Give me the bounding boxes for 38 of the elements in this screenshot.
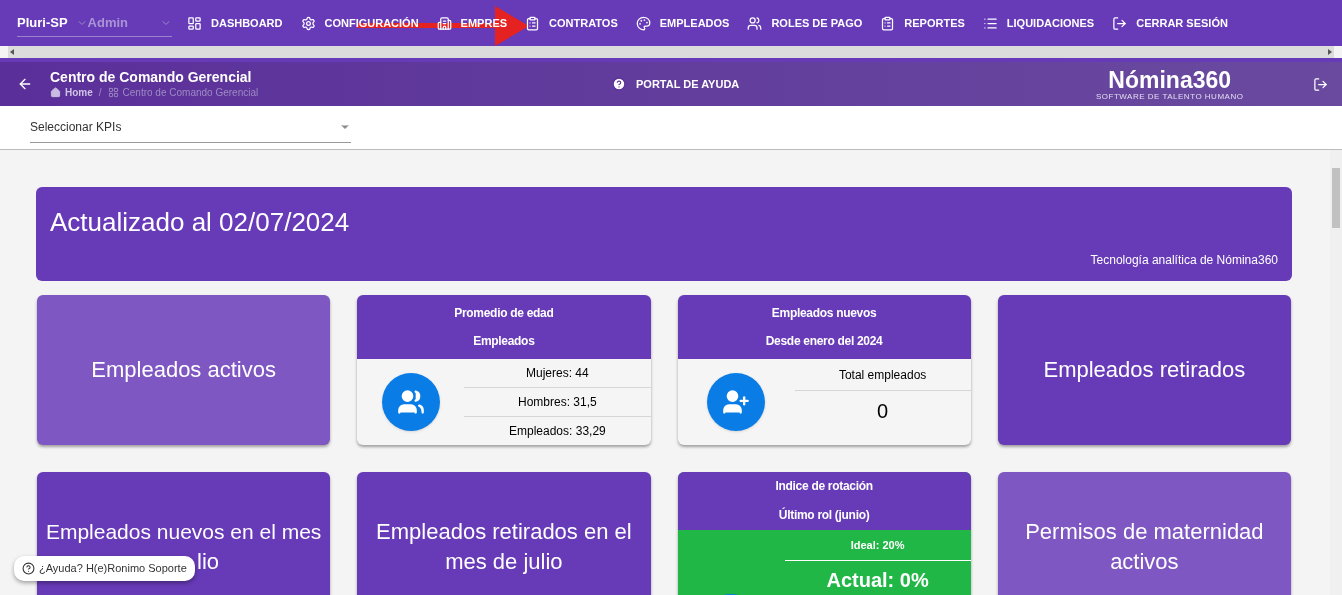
nav-item[interactable]: CERRAR SESIÓN xyxy=(1104,8,1238,38)
stat-label: Total empleados xyxy=(794,359,971,391)
card-header-text: Último rol (junio) xyxy=(778,506,870,524)
stat-row: Empleados: 33,29 xyxy=(464,416,651,445)
kpi-title-fragment: lio xyxy=(197,548,219,576)
logo-tagline: SOFTWARE DE TALENTO HUMANO xyxy=(1096,91,1244,101)
kpi-title: Empleados nuevos en el mes xyxy=(44,519,323,545)
kpi-select[interactable]: Seleccionar KPIs xyxy=(30,112,351,143)
card-header-text: Empleados nuevos xyxy=(771,305,877,322)
kpi-title: Permisos de maternidad activos xyxy=(1024,518,1265,576)
card-header-text: Empleados xyxy=(473,333,535,350)
stat-row-text: Mujeres: 44 xyxy=(525,365,590,382)
company-select[interactable]: Pluri-SP xyxy=(17,12,68,33)
kpi-title: Empleados activos xyxy=(90,356,277,384)
breadcrumb-link[interactable]: Home xyxy=(65,86,93,99)
kpi-title: Empleados retirados xyxy=(1042,356,1247,384)
kpi-title: Empleados retirados en el mes de julio xyxy=(375,518,633,576)
ideal-value: Ideal: 20% xyxy=(784,530,971,561)
breadcrumb-current: Centro de Comando Gerencial xyxy=(122,86,259,99)
nav-item[interactable]: LIQUIDACIONES xyxy=(974,8,1105,38)
banner-subtitle: Tecnología analítica de Nómina360 xyxy=(1090,252,1278,269)
banner-title: Actualizado al 02/07/2024 xyxy=(50,206,351,239)
logo-name: Nómina360 xyxy=(1108,67,1232,92)
nav-item[interactable]: CONTRATOS xyxy=(517,8,628,38)
page-title: Centro de Comando Gerencial xyxy=(50,69,253,86)
stat-value: 0 xyxy=(876,399,890,424)
card-header-text: Promedio de edad xyxy=(454,305,554,322)
help-chip[interactable]: ¿Ayuda? H(e)Ronimo Soporte xyxy=(14,556,195,581)
nav-item[interactable]: ROLES DE PAGO xyxy=(739,8,873,38)
breadcrumb-separator: / xyxy=(98,86,102,99)
nav-item[interactable]: DASHBOARD xyxy=(179,8,293,38)
actual-value: Actual: 0% xyxy=(825,568,930,593)
card-header-text: Indice de rotación xyxy=(775,478,873,495)
stat-row: Hombres: 31,5 xyxy=(464,387,651,416)
nav-item[interactable]: REPORTES xyxy=(872,8,975,38)
help-portal-link[interactable]: PORTAL DE AYUDA xyxy=(636,75,740,93)
card-header-text: Desde enero del 2024 xyxy=(765,333,883,350)
nav-item[interactable]: EMPLEADOS xyxy=(627,8,740,38)
